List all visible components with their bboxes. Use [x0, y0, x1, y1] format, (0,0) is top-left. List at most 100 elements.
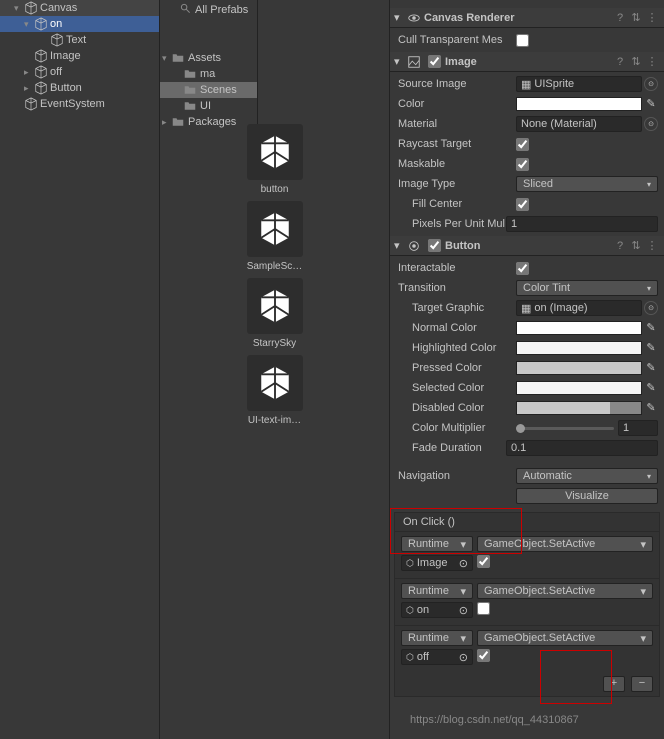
material-field[interactable]: None (Material) [516, 116, 642, 132]
image-enable-checkbox[interactable] [428, 55, 441, 68]
onclick-bool-checkbox[interactable] [477, 602, 490, 615]
ppu-label: Pixels Per Unit Mul [396, 218, 506, 230]
colormult-input[interactable] [618, 420, 658, 436]
project-folder-row[interactable]: Scenes [160, 82, 257, 98]
onclick-function-dropdown[interactable]: GameObject.SetActive▾ [477, 536, 653, 552]
project-asset-item[interactable]: UI-text-im… [160, 355, 389, 426]
imagetype-dropdown[interactable]: Sliced▾ [516, 176, 658, 192]
raycast-label: Raycast Target [396, 138, 516, 150]
component-header-image[interactable]: ▾ Image ? ⇅ ⋮ [390, 52, 664, 72]
expand-arrow-icon[interactable]: ▾ [14, 3, 24, 14]
help-icon[interactable]: ? [612, 240, 628, 252]
maskable-checkbox[interactable] [516, 158, 529, 171]
cull-checkbox[interactable] [516, 34, 529, 47]
visibility-icon[interactable] [406, 10, 422, 26]
expand-arrow-icon[interactable]: ▾ [162, 53, 172, 64]
fillcenter-checkbox[interactable] [516, 198, 529, 211]
onclick-object-field[interactable]: ⬡Image⊙ [401, 555, 473, 571]
onclick-header: On Click () [395, 513, 659, 531]
hierarchy-item[interactable]: ▾Canvas [0, 0, 159, 16]
colormult-slider[interactable] [516, 427, 614, 430]
foldout-icon[interactable]: ▾ [394, 55, 404, 68]
hierarchy-item[interactable]: Image [0, 48, 159, 64]
gameobject-icon [24, 1, 38, 15]
onclick-function-dropdown[interactable]: GameObject.SetActive▾ [477, 630, 653, 646]
expand-arrow-icon[interactable]: ▸ [24, 67, 34, 78]
onclick-bool-checkbox[interactable] [477, 649, 490, 662]
highlightedcolor-swatch[interactable] [516, 341, 642, 355]
menu-icon[interactable]: ⋮ [644, 239, 660, 252]
raycast-checkbox[interactable] [516, 138, 529, 151]
component-header-canvas-renderer[interactable]: ▾ Canvas Renderer ? ⇅ ⋮ [390, 8, 664, 28]
transition-label: Transition [396, 282, 516, 294]
fadedur-input[interactable] [506, 440, 658, 456]
onclick-mode-dropdown[interactable]: Runtime▾ [401, 630, 473, 646]
project-asset-item[interactable]: button [160, 124, 389, 195]
visualize-button[interactable]: Visualize [516, 488, 658, 504]
object-picker-icon[interactable]: ⊙ [644, 301, 658, 315]
hierarchy-item[interactable]: ▸Button [0, 80, 159, 96]
preset-icon[interactable]: ⇅ [628, 11, 644, 24]
targetgraphic-field[interactable]: ▦on (Image) [516, 300, 642, 316]
object-picker-icon[interactable]: ⊙ [644, 77, 658, 91]
interactable-checkbox[interactable] [516, 262, 529, 275]
pressedcolor-swatch[interactable] [516, 361, 642, 375]
project-asset-item[interactable]: SampleSc… [160, 201, 389, 272]
button-enable-checkbox[interactable] [428, 239, 441, 252]
eyedropper-icon[interactable]: ✎ [644, 321, 658, 335]
object-picker-icon[interactable]: ⊙ [644, 117, 658, 131]
onclick-list: On Click () Runtime▾GameObject.SetActive… [394, 512, 660, 697]
expand-arrow-icon[interactable]: ▸ [24, 83, 34, 94]
object-picker-icon[interactable]: ⊙ [459, 604, 468, 617]
preset-icon[interactable]: ⇅ [628, 239, 644, 252]
onclick-object-field[interactable]: ⬡off⊙ [401, 649, 473, 665]
hierarchy-item[interactable]: Text [0, 32, 159, 48]
project-favorite-row[interactable]: All Prefabs [160, 2, 257, 18]
object-picker-icon[interactable]: ⊙ [459, 651, 468, 664]
onclick-function-dropdown[interactable]: GameObject.SetActive▾ [477, 583, 653, 599]
navigation-dropdown[interactable]: Automatic▾ [516, 468, 658, 484]
eyedropper-icon[interactable]: ✎ [644, 381, 658, 395]
eyedropper-icon[interactable]: ✎ [644, 97, 658, 111]
onclick-mode-dropdown[interactable]: Runtime▾ [401, 583, 473, 599]
folder-icon [184, 68, 196, 80]
hierarchy-item-label: on [50, 18, 62, 30]
onclick-add-button[interactable]: + [603, 676, 625, 692]
object-picker-icon[interactable]: ⊙ [459, 557, 468, 570]
normalcolor-swatch[interactable] [516, 321, 642, 335]
onclick-object-field[interactable]: ⬡on⊙ [401, 602, 473, 618]
hierarchy-item[interactable]: ▾ on [0, 16, 159, 32]
eyedropper-icon[interactable]: ✎ [644, 361, 658, 375]
expand-arrow-icon[interactable]: ▾ [24, 19, 34, 30]
component-header-button[interactable]: ▾ Button ? ⇅ ⋮ [390, 236, 664, 256]
color-swatch[interactable] [516, 97, 642, 111]
onclick-bool-checkbox[interactable] [477, 555, 490, 568]
onclick-mode-dropdown[interactable]: Runtime▾ [401, 536, 473, 552]
project-folder-row[interactable]: ▾Assets [160, 50, 257, 66]
eyedropper-icon[interactable]: ✎ [644, 341, 658, 355]
preset-icon[interactable]: ⇅ [628, 55, 644, 68]
disabledcolor-swatch[interactable] [516, 401, 642, 415]
ppu-input[interactable] [506, 216, 658, 232]
menu-icon[interactable]: ⋮ [644, 55, 660, 68]
foldout-icon[interactable]: ▾ [394, 239, 404, 252]
transition-dropdown[interactable]: Color Tint▾ [516, 280, 658, 296]
help-icon[interactable]: ? [612, 12, 628, 24]
project-folder-row[interactable]: ma [160, 66, 257, 82]
asset-label: SampleSc… [247, 261, 303, 272]
hierarchy-item[interactable]: EventSystem [0, 96, 159, 112]
onclick-remove-button[interactable]: − [631, 676, 653, 692]
project-asset-item[interactable]: StarrySky [160, 278, 389, 349]
project-folder-row[interactable]: UI [160, 98, 257, 114]
hierarchy-item[interactable]: ▸off [0, 64, 159, 80]
image-component-icon [406, 54, 422, 70]
foldout-icon[interactable]: ▾ [394, 11, 404, 24]
source-image-field[interactable]: ▦UISprite [516, 76, 642, 92]
gameobject-icon [50, 33, 64, 47]
eyedropper-icon[interactable]: ✎ [644, 401, 658, 415]
gameobject-icon: ⬡ [406, 652, 414, 663]
highlightedcolor-label: Highlighted Color [396, 342, 516, 354]
selectedcolor-swatch[interactable] [516, 381, 642, 395]
help-icon[interactable]: ? [612, 56, 628, 68]
menu-icon[interactable]: ⋮ [644, 11, 660, 24]
